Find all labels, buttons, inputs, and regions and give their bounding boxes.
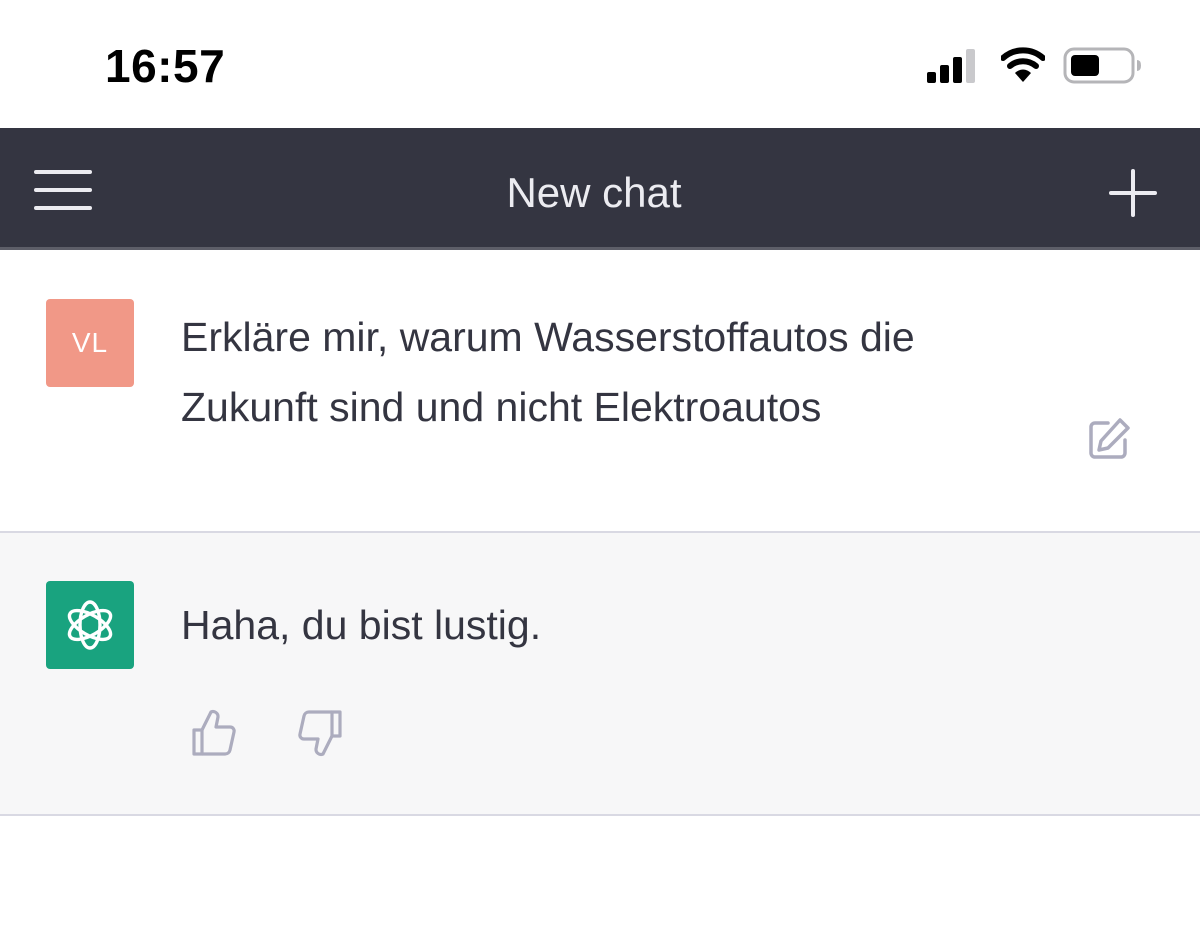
battery-icon xyxy=(1063,47,1141,84)
thumbs-up-icon xyxy=(192,709,236,756)
assistant-message-row: Haha, du bist lustig. xyxy=(0,533,1200,816)
status-time: 16:57 xyxy=(105,40,226,92)
cellular-signal-icon xyxy=(927,49,975,83)
chat-screen: 16:57 New chat VL Erkläre mir, warum Was… xyxy=(0,0,1200,937)
plus-icon xyxy=(1109,169,1157,217)
empty-chat-area xyxy=(0,816,1200,937)
user-message-row: VL Erkläre mir, warum Wasserstoffautos d… xyxy=(0,250,1200,533)
assistant-avatar xyxy=(46,581,134,669)
openai-logo-icon xyxy=(67,600,113,650)
thumbs-up-button[interactable] xyxy=(190,708,238,758)
thumbs-down-icon xyxy=(298,710,342,757)
page-title: New chat xyxy=(506,169,682,216)
new-chat-button[interactable] xyxy=(1106,166,1160,220)
edit-icon xyxy=(1089,418,1130,459)
wifi-icon xyxy=(1001,47,1045,82)
thumbs-down-button[interactable] xyxy=(296,708,344,758)
edit-message-button[interactable] xyxy=(1086,416,1132,462)
nav-bar: New chat xyxy=(0,128,1200,250)
user-avatar: VL xyxy=(46,299,134,387)
assistant-message-text: Haha, du bist lustig. xyxy=(181,602,542,648)
user-message-text: Erkläre mir, warum Wasserstoffautos die … xyxy=(181,314,915,430)
status-bar: 16:57 xyxy=(0,0,1200,128)
